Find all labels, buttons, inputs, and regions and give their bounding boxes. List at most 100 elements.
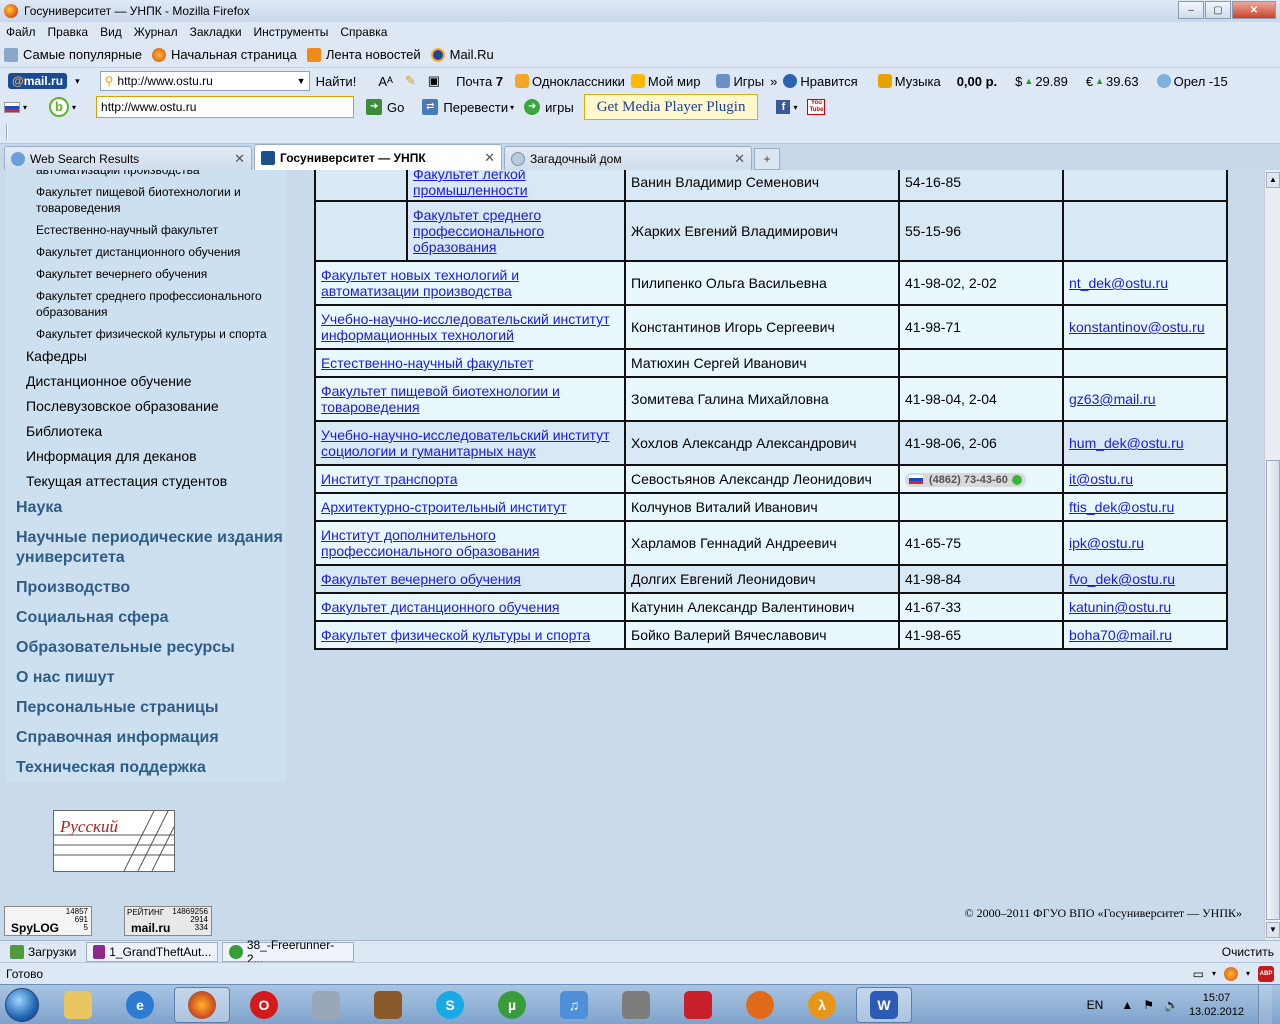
faculty-link[interactable]: Институт транспорта [321,471,458,487]
taskbar-moviemaker[interactable] [608,987,664,1023]
mailru-logo[interactable]: @mail.ru [8,73,68,89]
email-link[interactable]: it@ostu.ru [1069,471,1133,487]
nav-sub-item[interactable]: Факультет вечернего обучения [6,266,286,282]
clock[interactable]: 15:07 13.02.2012 [1189,991,1244,1019]
network-icon[interactable]: ⚑ [1143,998,1154,1012]
download-item[interactable]: 38_-Freerunner-2... [222,938,355,966]
language-indicator[interactable]: EN [1087,998,1104,1012]
email-link[interactable]: boha70@mail.ru [1069,627,1172,643]
moimir-link[interactable]: Мой мир [630,74,700,89]
faculty-link[interactable]: Архитектурно-строительный институт [321,499,567,515]
chevron-down-icon[interactable]: ▾ [1246,969,1250,978]
email-link[interactable]: konstantinov@ostu.ru [1069,319,1205,335]
nav-top-item[interactable]: О нас пишут [6,668,286,688]
taskbar-word[interactable]: W [856,986,912,1023]
nav-section-item[interactable]: Дистанционное обучение [6,373,286,390]
find-button[interactable]: Найти! [316,74,357,89]
email-link[interactable]: ipk@ostu.ru [1069,535,1144,551]
close-button[interactable]: ✕ [1232,1,1276,19]
tab-gosuniversitet[interactable]: Госуниверситет — УНПК ✕ [254,144,502,170]
taskbar-game[interactable] [360,987,416,1023]
tab-mystery-house[interactable]: Загадочный дом ✕ [504,146,752,170]
taskbar-halflife[interactable]: λ [794,987,850,1023]
bookmark-news-feed[interactable]: Лента новостей [306,47,421,62]
faculty-link[interactable]: Факультет новых технологий и автоматизац… [321,267,519,299]
nav-sub-item[interactable]: Факультет пищевой биотехнологии и товаро… [6,184,286,216]
email-link[interactable]: gz63@mail.ru [1069,391,1156,407]
email-link[interactable]: hum_dek@ostu.ru [1069,435,1184,451]
start-button[interactable] [0,985,44,1024]
games-icon[interactable]: ➜ [524,99,541,115]
odnoklassniki-link[interactable]: Одноклассники [515,74,625,89]
chevron-down-icon[interactable]: ▾ [23,103,27,112]
like-link[interactable]: Нравится [783,74,858,89]
media-player-plugin-button[interactable]: Get Media Player Plugin [583,94,759,120]
email-link[interactable]: nt_dek@ostu.ru [1069,275,1168,291]
faculty-link[interactable]: Факультет пищевой биотехнологии и товаро… [321,383,560,415]
menu-tools[interactable]: Инструменты [254,25,329,39]
page-icon[interactable]: ▣ [428,73,440,89]
balance[interactable]: 0,00 р. [957,74,997,89]
downloads-button[interactable]: Загрузки [4,942,82,962]
faculty-link[interactable]: Факультет физической культуры и спорта [321,627,590,643]
email-link[interactable]: fvo_dek@ostu.ru [1069,571,1175,587]
go-arrow-icon[interactable]: ➜ [366,99,383,115]
taskbar-explorer[interactable] [50,987,106,1023]
more-chevron[interactable]: » [770,74,777,89]
taskbar-skype[interactable]: S [422,987,478,1023]
email-link[interactable]: katunin@ostu.ru [1069,599,1171,615]
chevron-down-icon[interactable]: ▼ [297,76,306,86]
nav-top-item[interactable]: Персональные страницы [6,698,286,718]
taskbar-firefox[interactable] [174,986,230,1023]
font-size-icon[interactable]: Aᴬ [378,74,393,89]
faculty-link[interactable]: Факультет легкой промышленности [413,170,528,198]
volume-icon[interactable]: 🔈 [1164,998,1179,1012]
vertical-scrollbar[interactable]: ▲ ▼ [1264,170,1280,940]
youtube-icon[interactable]: You Tube [807,99,826,115]
chevron-down-icon[interactable]: ▾ [75,76,80,87]
russia-flag-icon[interactable] [4,101,20,113]
nav-section-item[interactable]: Кафедры [6,348,286,365]
nav-section-item[interactable]: Послевузовское образование [6,398,286,415]
faculty-link[interactable]: Факультет среднего профессионального обр… [413,207,544,255]
firefox-icon[interactable] [1223,966,1238,981]
spylog-counter[interactable]: 14857 691 5 SpyLOG [4,906,92,936]
faculty-link[interactable]: Факультет вечернего обучения [321,571,521,587]
taskbar-utorrent[interactable]: µ [484,987,540,1023]
highlight-icon[interactable]: ✎ [405,73,416,89]
nav-section-item[interactable]: Библиотека [6,423,286,440]
translate-button[interactable]: Перевести [443,100,508,115]
nav-sub-item[interactable]: Факультет дистанционного обучения [6,244,286,260]
scroll-thumb[interactable] [1266,460,1280,920]
nav-top-item[interactable]: Справочная информация [6,728,286,748]
menu-file[interactable]: Файл [6,25,36,39]
download-item[interactable]: 1_GrandTheftAut... [86,941,219,962]
menu-history[interactable]: Журнал [134,25,178,39]
screen-icon[interactable]: ▭ [1193,967,1204,981]
facebook-icon[interactable]: f [776,100,791,114]
minimize-button[interactable]: ‒ [1178,1,1204,19]
menu-bookmarks[interactable]: Закладки [190,25,242,39]
new-tab-button[interactable]: + [754,148,780,170]
chevron-down-icon[interactable]: ▾ [72,103,76,112]
menu-help[interactable]: Справка [340,25,387,39]
close-icon[interactable]: ✕ [734,151,745,167]
faculty-link[interactable]: Естественно-научный факультет [321,355,533,371]
games-link[interactable]: Игры [716,74,764,89]
mail-link[interactable]: Почта 7 [456,74,503,89]
chevron-up-icon[interactable]: ▲ [1121,998,1133,1012]
nav-section-item[interactable]: Информация для деканов [6,448,286,465]
scroll-down-icon[interactable]: ▼ [1266,922,1280,938]
bing-search-input[interactable]: http://www.ostu.ru [96,96,355,118]
maximize-button[interactable]: ▢ [1205,1,1231,19]
chevron-down-icon[interactable]: ▾ [793,103,797,112]
adblock-plus-icon[interactable]: ABP [1258,965,1274,982]
close-icon[interactable]: ✕ [234,151,245,167]
nav-top-item[interactable]: Образовательные ресурсы [6,638,286,658]
menu-edit[interactable]: Правка [48,25,89,39]
taskbar-ie[interactable]: e [112,987,168,1023]
tab-web-search-results[interactable]: Web Search Results ✕ [4,146,252,170]
nav-top-item[interactable]: Научные периодические издания университе… [6,528,286,568]
taskbar-app2[interactable] [670,987,726,1023]
close-icon[interactable]: ✕ [484,150,495,166]
